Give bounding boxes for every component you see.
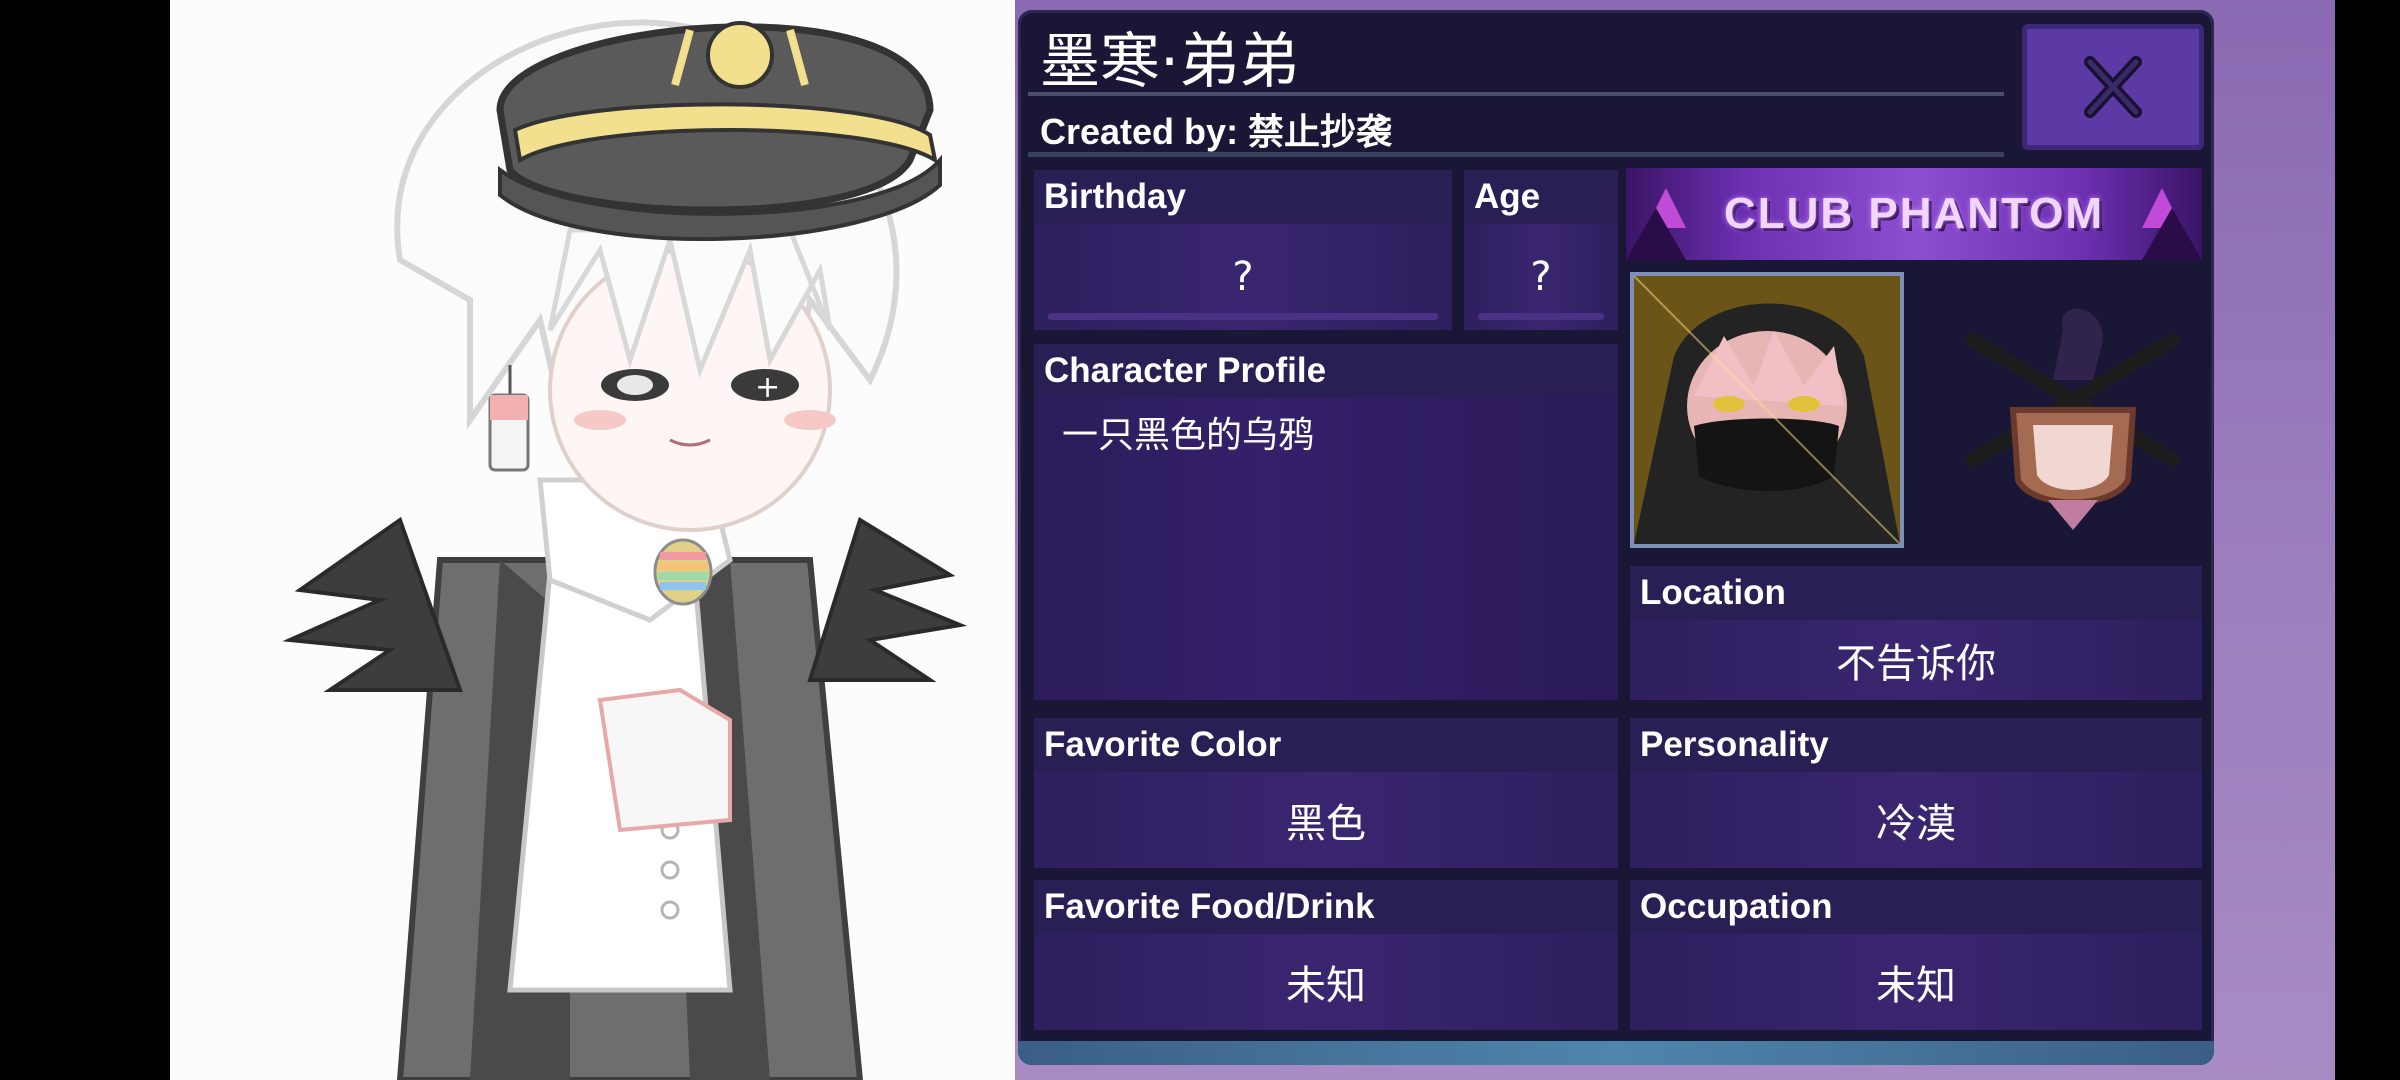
character-avatar[interactable]	[1630, 272, 1904, 548]
banner-text: CLUB PHANTOM	[1723, 189, 2105, 238]
favorite-color-field: Favorite Color 黑色	[1034, 718, 1618, 868]
character-preview: +	[170, 0, 1015, 1080]
occupation-value: 未知	[1630, 934, 2202, 1030]
club-crest	[1953, 300, 2193, 540]
favorite-food-field: Favorite Food/Drink 未知	[1034, 880, 1618, 1030]
location-field: Location 不告诉你	[1630, 566, 2202, 700]
personality-label: Personality	[1630, 718, 2202, 772]
favorite-food-label: Favorite Food/Drink	[1034, 880, 1618, 934]
location-label: Location	[1630, 566, 2202, 620]
club-banner: CLUB PHANTOM	[1626, 168, 2202, 260]
character-illustration: +	[282, 19, 968, 1080]
character-profile-panel: 墨寒·弟弟 Created by: 禁止抄袭 Birthday ? Age ? …	[1018, 10, 2214, 1065]
favorite-food-value: 未知	[1034, 934, 1618, 1030]
birthday-field: Birthday ?	[1034, 170, 1452, 330]
personality-value: 冷漠	[1630, 772, 2202, 868]
age-underline	[1478, 313, 1604, 320]
birthday-underline	[1048, 313, 1438, 320]
favorite-color-label: Favorite Color	[1034, 718, 1618, 772]
panel-footer-bar	[1018, 1041, 2214, 1065]
personality-field: Personality 冷漠	[1630, 718, 2202, 868]
character-profile-field: Character Profile 一只黑色的乌鸦	[1034, 344, 1618, 700]
location-value: 不告诉你	[1630, 620, 2202, 700]
title-divider	[1028, 92, 2004, 96]
close-button[interactable]	[2022, 24, 2204, 150]
svg-text:+: +	[755, 370, 780, 405]
birthday-label: Birthday	[1034, 170, 1452, 224]
close-icon	[2084, 56, 2142, 118]
occupation-field: Occupation 未知	[1630, 880, 2202, 1030]
character-profile-value: 一只黑色的乌鸦	[1034, 398, 1618, 700]
occupation-label: Occupation	[1630, 880, 2202, 934]
favorite-color-value: 黑色	[1034, 772, 1618, 868]
header-divider	[1028, 152, 2004, 157]
age-label: Age	[1464, 170, 1618, 224]
age-field: Age ?	[1464, 170, 1618, 330]
character-profile-label: Character Profile	[1034, 344, 1618, 398]
club-crest-icon	[1966, 308, 2180, 530]
avatar-illustration	[1634, 276, 1900, 544]
